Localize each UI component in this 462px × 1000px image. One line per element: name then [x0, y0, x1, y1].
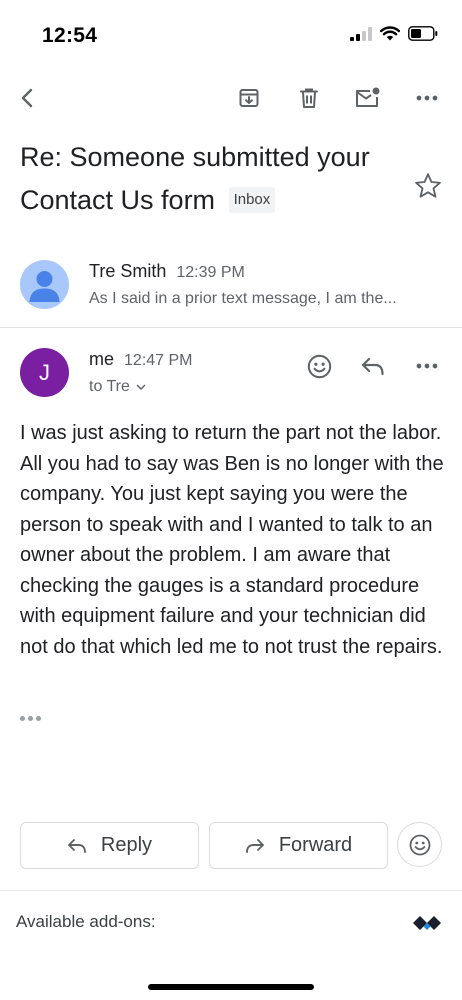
chevron-left-icon — [21, 88, 33, 108]
emoji-icon — [409, 834, 430, 855]
action-buttons: Reply Forward — [20, 822, 442, 870]
message-more-button[interactable] — [407, 346, 447, 386]
person-icon — [29, 271, 60, 302]
star-button[interactable] — [412, 170, 444, 202]
dot — [36, 715, 41, 721]
recipients-label: to Tre — [89, 378, 130, 395]
label-badge[interactable]: Inbox — [228, 187, 276, 213]
delete-button[interactable] — [289, 78, 329, 118]
more-options-button[interactable] — [407, 78, 447, 118]
message-time: 12:39 PM — [176, 264, 245, 281]
message-snippet: As I said in a prior text message, I am … — [89, 290, 397, 307]
forward-button[interactable]: Forward — [209, 822, 388, 869]
sender-row: Tre Smith 12:39 PM — [89, 261, 245, 282]
reply-icon — [67, 838, 86, 853]
avatar: J — [20, 348, 69, 397]
sender-name: Tre Smith — [89, 261, 167, 281]
forward-label: Forward — [278, 834, 353, 856]
recipients-toggle[interactable]: to Tre — [89, 378, 146, 396]
more-horizontal-icon — [416, 363, 438, 369]
status-icons — [350, 26, 438, 41]
message-body: I was just asking to return the part not… — [20, 422, 444, 658]
reply-message-button[interactable] — [353, 346, 393, 386]
star-icon — [415, 173, 441, 198]
emoji-icon — [307, 354, 331, 378]
addon-icon[interactable] — [412, 912, 442, 934]
subject-text: Re: Someone submitted your Contact Us fo… — [20, 142, 370, 215]
trash-icon — [300, 88, 318, 108]
reply-label: Reply — [100, 834, 153, 856]
dot — [28, 715, 33, 721]
archive-icon — [239, 89, 259, 107]
status-time: 12:54 — [42, 24, 98, 47]
toolbar — [0, 70, 462, 126]
home-indicator[interactable] — [148, 984, 314, 990]
addon-logo-icon — [413, 916, 441, 930]
sender-name: me — [89, 349, 115, 369]
footer-divider — [0, 890, 462, 891]
back-button[interactable] — [8, 78, 48, 118]
react-button[interactable] — [397, 822, 442, 867]
addons-label: Available add-ons: — [16, 912, 156, 931]
more-horizontal-icon — [416, 95, 438, 101]
mark-unread-icon — [356, 87, 380, 107]
avatar — [20, 260, 69, 309]
forward-icon — [245, 838, 264, 853]
dot — [20, 715, 25, 721]
chevron-down-icon — [136, 384, 146, 390]
signal-icon — [350, 26, 372, 41]
message-collapsed[interactable]: Tre Smith 12:39 PM As I said in a prior … — [0, 240, 462, 328]
add-reaction-button[interactable] — [299, 346, 339, 386]
wifi-icon — [380, 26, 400, 41]
status-bar: 12:54 — [0, 0, 462, 70]
reply-icon — [361, 357, 384, 376]
archive-button[interactable] — [229, 78, 269, 118]
thread-subject: Re: Someone submitted your Contact Us fo… — [20, 136, 400, 222]
battery-icon — [408, 26, 438, 41]
mark-unread-button[interactable] — [348, 78, 388, 118]
message-time: 12:47 PM — [124, 352, 193, 369]
reply-button[interactable]: Reply — [20, 822, 199, 869]
show-trimmed-content[interactable] — [20, 710, 46, 726]
sender-row: me 12:47 PM — [89, 349, 193, 370]
